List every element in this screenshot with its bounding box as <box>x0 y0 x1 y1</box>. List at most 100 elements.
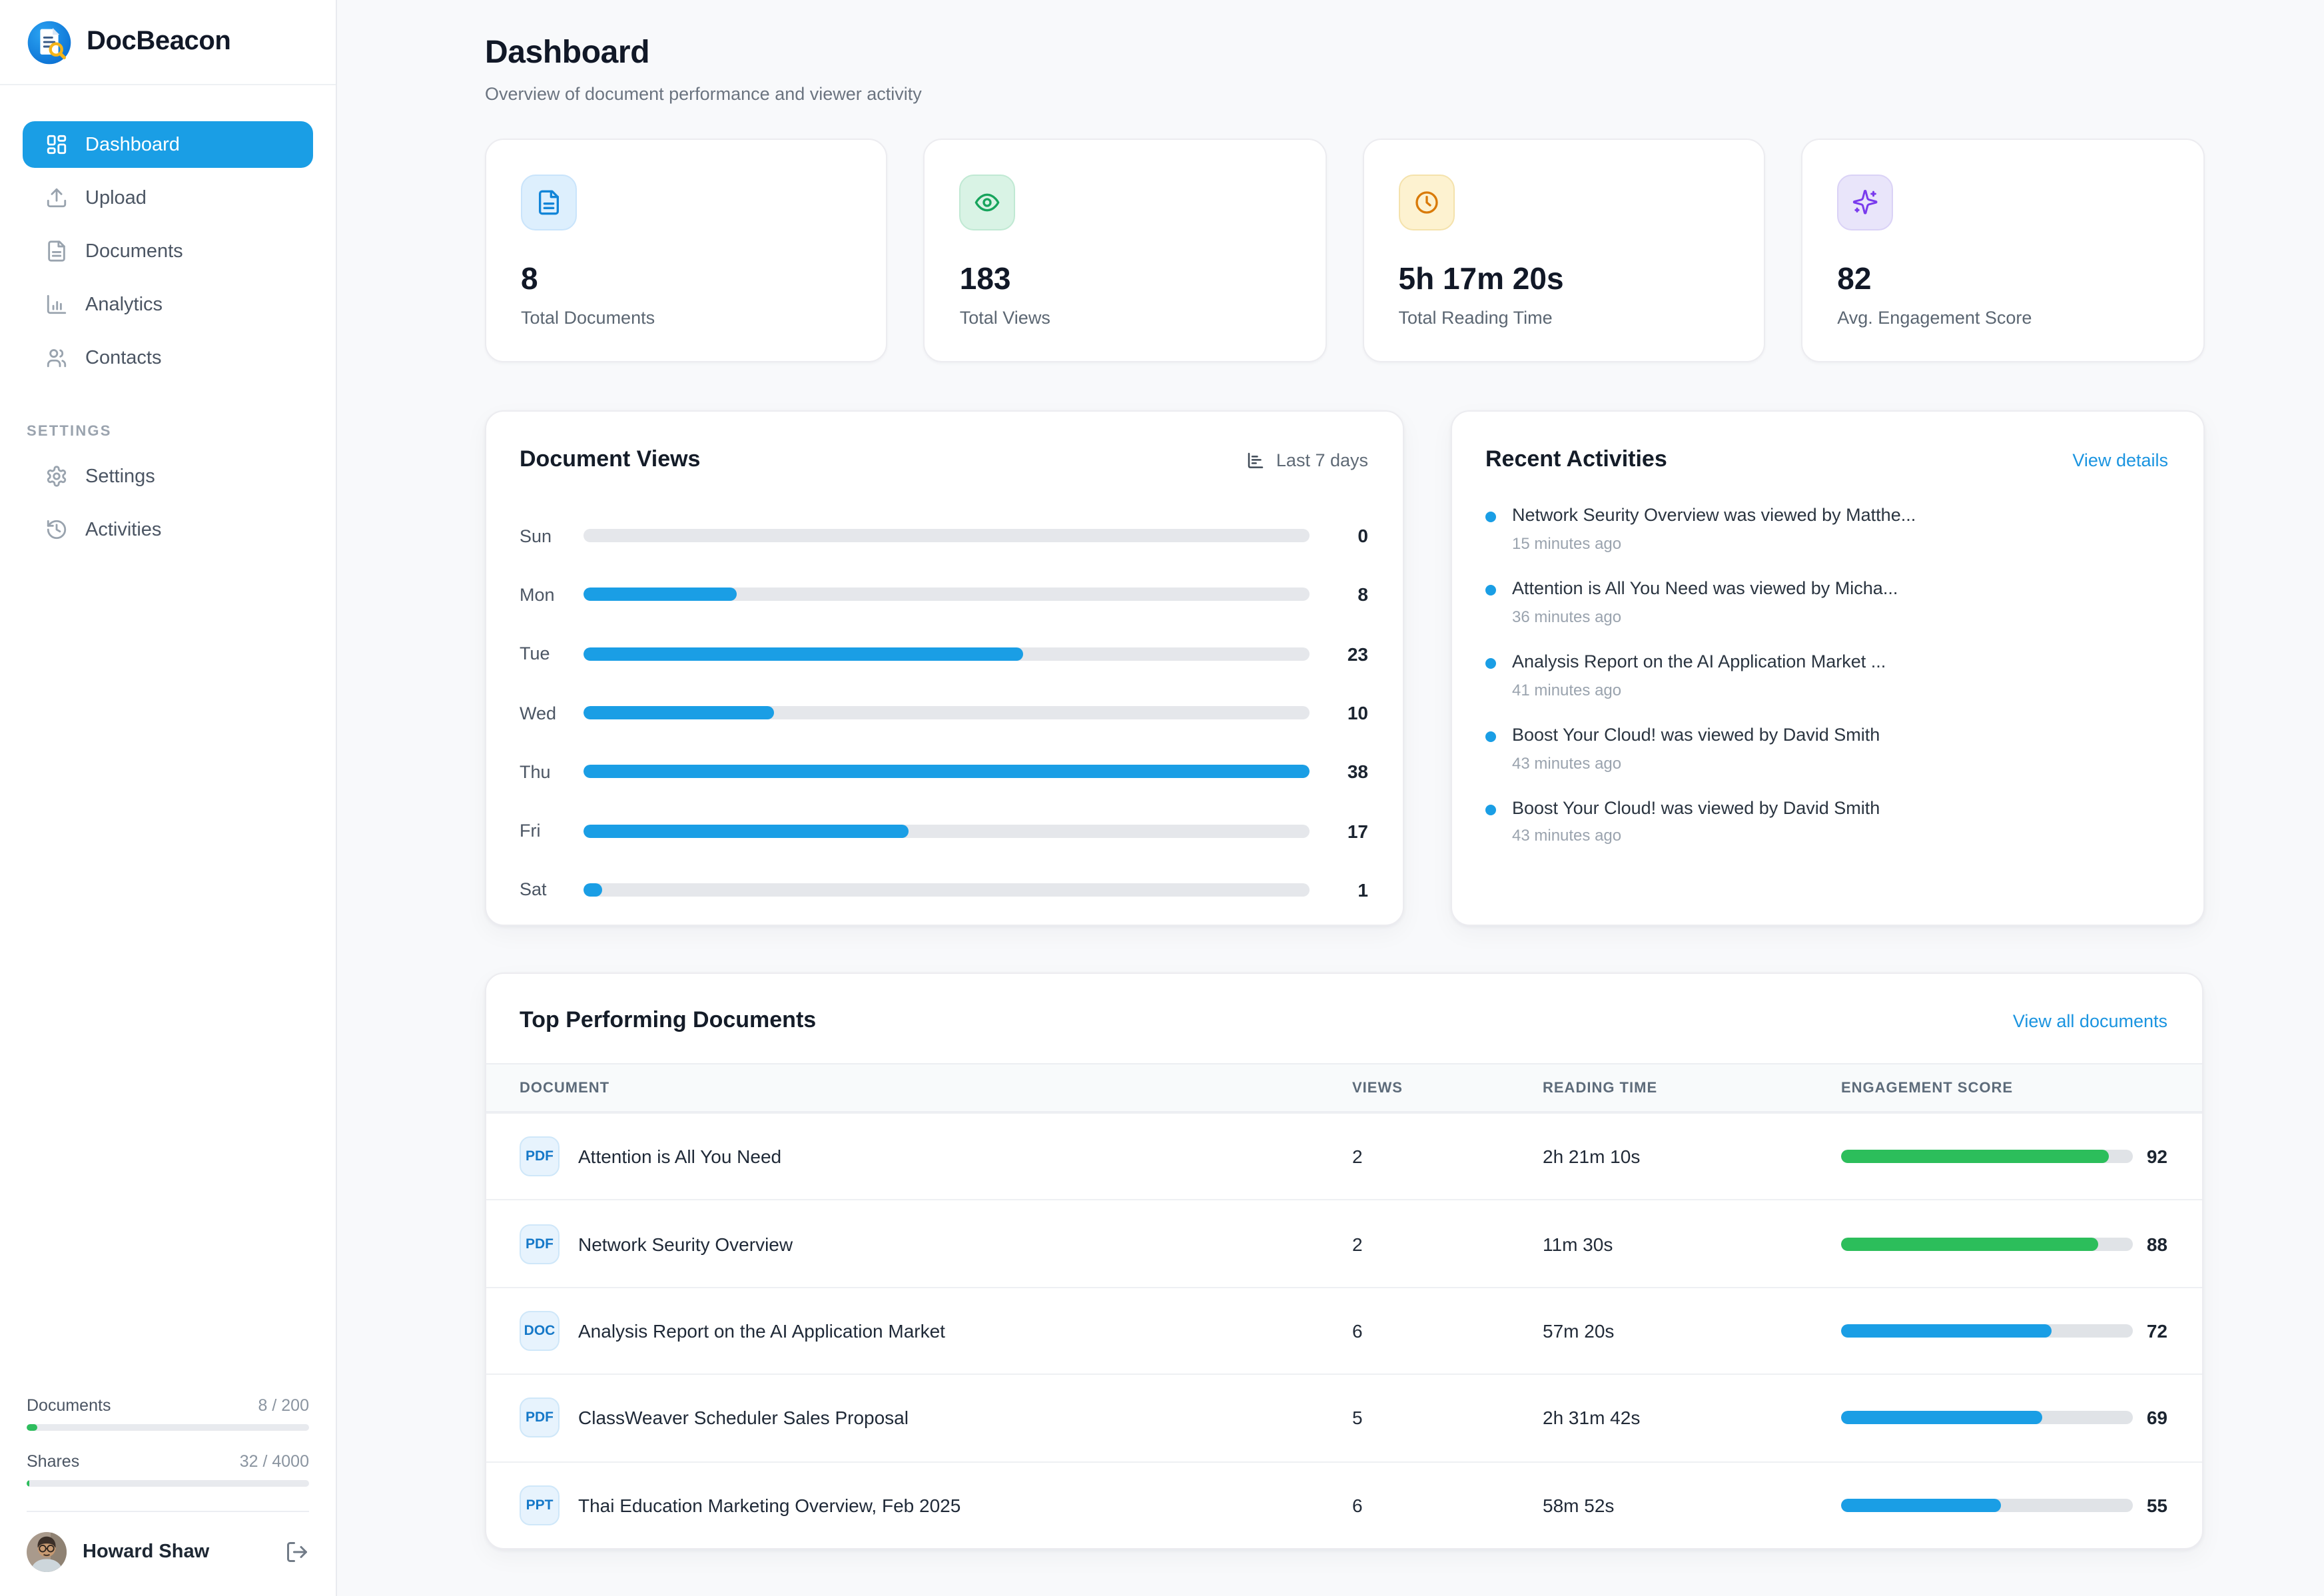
bar-track <box>583 588 1310 601</box>
panel-title: Recent Activities <box>1485 446 1667 473</box>
activity-list: Network Seurity Overview was viewed by M… <box>1485 505 2168 845</box>
view-details-link[interactable]: View details <box>2072 450 2168 470</box>
activity-timestamp: 15 minutes ago <box>1512 534 1916 553</box>
score-bar-track <box>1841 1237 2133 1250</box>
table-row[interactable]: DOC Analysis Report on the AI Applicatio… <box>486 1287 2202 1374</box>
sidebar-item-upload[interactable]: Upload <box>23 175 313 221</box>
table-row[interactable]: PDF Attention is All You Need 2 2h 21m 1… <box>486 1112 2202 1200</box>
layout-dashboard-icon <box>45 133 68 156</box>
bar-track <box>583 883 1310 897</box>
table-row[interactable]: PDF Network Seurity Overview 2 11m 30s 8… <box>486 1200 2202 1287</box>
sidebar: DocBeacon Dashboard Upload Documents Ana… <box>0 0 337 1596</box>
usage-quotas: Documents 8 / 200 Shares 32 / 4000 <box>0 1396 336 1508</box>
bullet-dot-icon <box>1485 512 1496 522</box>
activity-item: Boost Your Cloud! was viewed by David Sm… <box>1485 797 2168 845</box>
category-label: Tue <box>520 643 583 663</box>
view-all-documents-link[interactable]: View all documents <box>2013 1010 2167 1030</box>
file-type-badge: PPT <box>520 1485 560 1525</box>
category-label: Thu <box>520 762 583 782</box>
stat-value: 82 <box>1837 261 2168 297</box>
bullet-dot-icon <box>1485 731 1496 741</box>
document-name: ClassWeaver Scheduler Sales Proposal <box>578 1407 909 1429</box>
activity-item: Analysis Report on the AI Application Ma… <box>1485 651 2168 699</box>
bar-track <box>583 824 1310 837</box>
file-text-icon <box>45 240 68 262</box>
recent-activities-panel: Recent Activities View details Network S… <box>1451 410 2204 926</box>
column-header-engagement-score: ENGAGEMENT SCORE <box>1841 1080 2167 1096</box>
bar-chart: Sun 0 Mon 8 Tue 23 Wed <box>520 506 1368 919</box>
score-bar-track <box>1841 1411 2133 1425</box>
primary-nav: Dashboard Upload Documents Analytics Con… <box>0 85 336 381</box>
top-documents-panel: Top Performing Documents View all docume… <box>485 973 2203 1549</box>
sidebar-item-label: Analytics <box>85 294 163 315</box>
score-bar-track <box>1841 1324 2133 1338</box>
stat-label: Total Reading Time <box>1399 308 1730 328</box>
value-label: 1 <box>1310 879 1368 901</box>
bar-chart-icon <box>45 293 68 316</box>
views-value: 6 <box>1352 1495 1543 1516</box>
score-value: 72 <box>2133 1320 2167 1342</box>
quota-progress-fill <box>27 1480 29 1487</box>
bar-fill <box>583 588 736 601</box>
user-name: Howard Shaw <box>83 1541 269 1563</box>
stat-label: Total Documents <box>521 308 852 328</box>
column-header-document: DOCUMENT <box>520 1080 1352 1096</box>
gear-icon <box>45 465 68 488</box>
upload-icon <box>45 187 68 209</box>
reading-time-value: 58m 52s <box>1543 1495 1841 1516</box>
bar-fill <box>583 765 1310 779</box>
views-value: 6 <box>1352 1320 1543 1342</box>
stat-cards: 8 Total Documents 183 Total Views 5h 17m… <box>485 139 2204 362</box>
sidebar-item-activities[interactable]: Activities <box>23 506 313 553</box>
chart-range-label: Last 7 days <box>1246 450 1368 470</box>
app-name: DocBeacon <box>87 27 230 57</box>
settings-nav: Settings Activities <box>0 453 336 553</box>
sidebar-item-settings[interactable]: Settings <box>23 453 313 500</box>
user-menu[interactable]: Howard Shaw <box>0 1512 336 1596</box>
file-text-icon <box>536 189 562 216</box>
reading-time-value: 2h 21m 10s <box>1543 1146 1841 1167</box>
file-type-badge: DOC <box>520 1311 560 1351</box>
sidebar-item-contacts[interactable]: Contacts <box>23 334 313 381</box>
sidebar-item-analytics[interactable]: Analytics <box>23 281 313 328</box>
bar-fill <box>583 706 775 719</box>
sidebar-item-documents[interactable]: Documents <box>23 228 313 274</box>
chart-row-fri: Fri 17 <box>520 801 1368 861</box>
page-title: Dashboard <box>485 35 2204 72</box>
bar-fill <box>583 883 603 897</box>
document-name: Network Seurity Overview <box>578 1233 793 1254</box>
activity-text: Analysis Report on the AI Application Ma… <box>1512 651 1886 674</box>
table-row[interactable]: PDF ClassWeaver Scheduler Sales Proposal… <box>486 1374 2202 1461</box>
table-row[interactable]: PPT Thai Education Marketing Overview, F… <box>486 1461 2202 1548</box>
category-label: Sat <box>520 880 583 900</box>
activity-item: Boost Your Cloud! was viewed by David Sm… <box>1485 724 2168 772</box>
page-subtitle: Overview of document performance and vie… <box>485 84 2204 104</box>
score-bar-fill <box>1841 1499 2002 1512</box>
stat-value: 8 <box>521 261 852 297</box>
chart-row-thu: Thu 38 <box>520 742 1368 801</box>
activity-item: Network Seurity Overview was viewed by M… <box>1485 505 2168 553</box>
activity-timestamp: 36 minutes ago <box>1512 607 1898 626</box>
bullet-dot-icon <box>1485 804 1496 815</box>
shares-quota: Shares 32 / 4000 <box>27 1452 309 1487</box>
value-label: 0 <box>1310 525 1368 546</box>
quota-label: Shares <box>27 1452 79 1471</box>
score-bar-fill <box>1841 1237 2098 1250</box>
stat-label: Total Views <box>960 308 1291 328</box>
settings-section-heading: SETTINGS <box>0 424 336 440</box>
category-label: Fri <box>520 821 583 841</box>
score-bar-fill <box>1841 1324 2051 1338</box>
sparkles-icon <box>1852 189 1878 216</box>
app-logo: DocBeacon <box>0 0 336 85</box>
bar-fill <box>583 647 1023 660</box>
log-out-icon[interactable] <box>285 1540 309 1564</box>
history-icon <box>45 518 68 541</box>
quota-progress-fill <box>27 1424 38 1431</box>
file-type-badge: PDF <box>520 1398 560 1438</box>
stat-value: 183 <box>960 261 1291 297</box>
quota-value: 8 / 200 <box>258 1396 309 1415</box>
sidebar-item-dashboard[interactable]: Dashboard <box>23 121 313 168</box>
main-content: Dashboard Overview of document performan… <box>337 0 2324 1596</box>
bar-track <box>583 765 1310 779</box>
file-type-badge: PDF <box>520 1136 560 1176</box>
